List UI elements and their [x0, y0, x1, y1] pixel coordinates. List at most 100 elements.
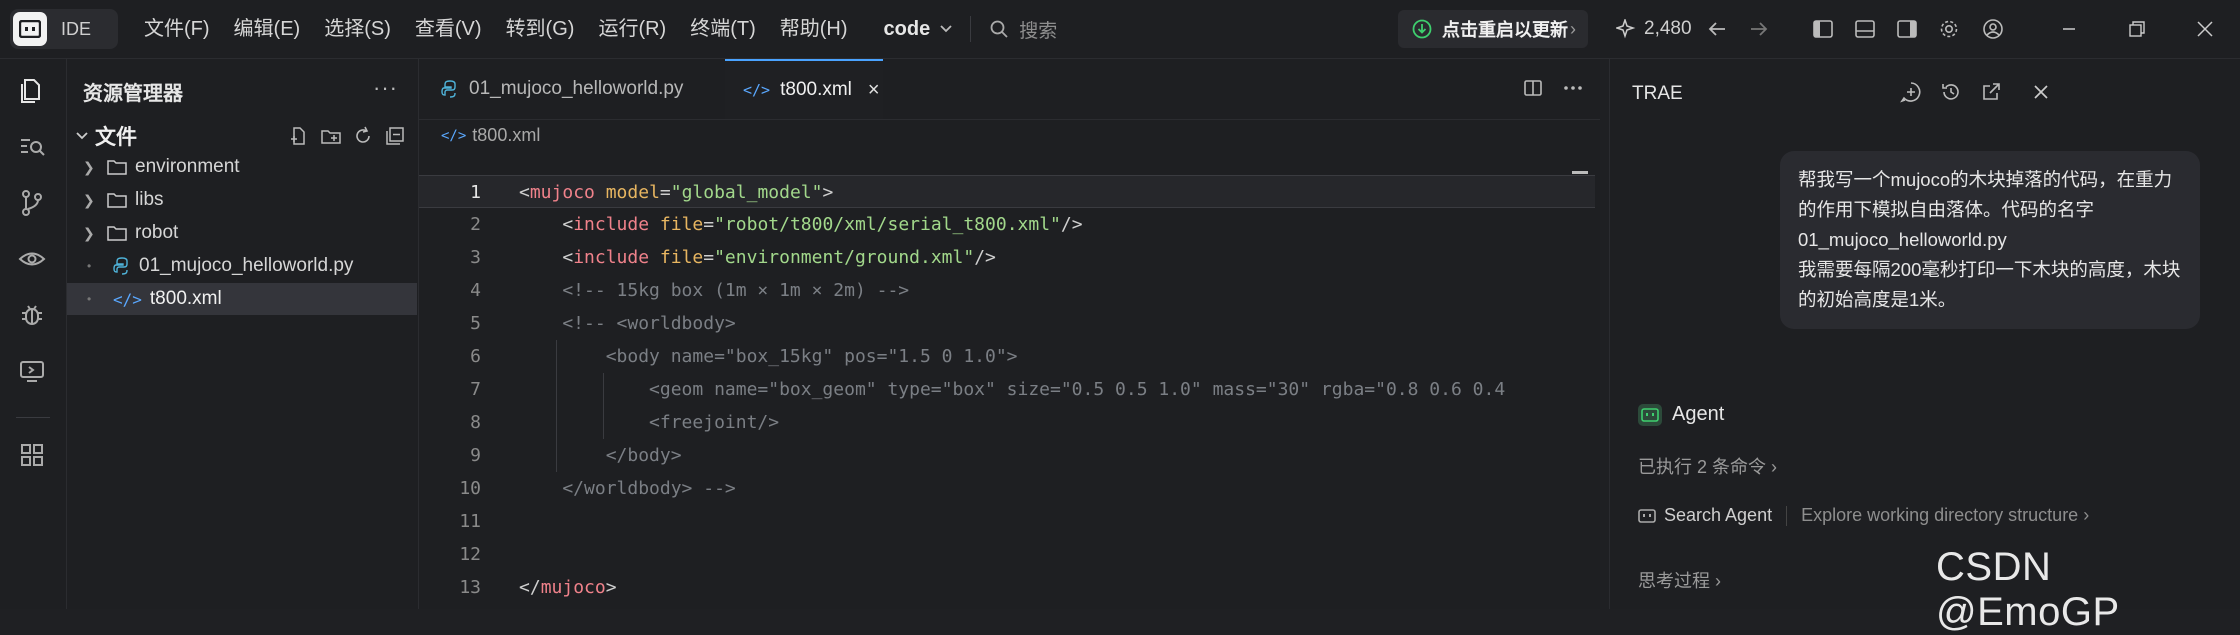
history-icon[interactable]	[1940, 81, 1962, 103]
open-external-icon[interactable]	[1980, 81, 2002, 103]
code-line[interactable]: 5 <!-- <worldbody>	[419, 307, 1600, 340]
menu-file[interactable]: 文件(F)	[132, 0, 222, 58]
extensions-icon[interactable]	[16, 439, 48, 471]
eye-preview-icon[interactable]	[16, 243, 48, 275]
remote-explorer-icon[interactable]	[16, 355, 48, 387]
code-line[interactable]: 7 <geom name="box_geom" type="box" size=…	[419, 373, 1600, 406]
chevron-right-icon: ❯	[83, 191, 95, 208]
tab-xml-file[interactable]: </> t800.xml ×	[725, 59, 883, 119]
menu-view[interactable]: 查看(V)	[403, 0, 494, 58]
debug-bug-icon[interactable]	[16, 299, 48, 331]
root-folder-label: 文件	[95, 126, 137, 149]
line-number: 13	[459, 577, 481, 598]
code-text: </mujoco>	[519, 571, 1599, 604]
menu-edit[interactable]: 编辑(E)	[222, 0, 313, 58]
new-file-icon[interactable]	[288, 125, 310, 147]
menu-terminal[interactable]: 终端(T)	[678, 0, 768, 58]
project-name: code	[883, 17, 931, 40]
minimize-icon[interactable]	[2058, 18, 2080, 40]
code-token: <geom name="box_geom" type="box" size="0…	[519, 379, 1506, 400]
bullet-dot: •	[87, 259, 92, 273]
root-folder-header[interactable]: 文件	[75, 121, 137, 151]
toggle-panel-icon[interactable]	[1854, 18, 1876, 40]
code-line[interactable]: 4 <!-- 15kg box (1m × 1m × 2m) -->	[419, 274, 1600, 307]
code-line[interactable]: 1 <mujoco model="global_model">	[419, 175, 1595, 208]
tree-item-label: 01_mujoco_helloworld.py	[139, 255, 354, 276]
search-code-icon[interactable]	[16, 131, 48, 163]
more-icon[interactable]	[1562, 77, 1584, 99]
line-number: 10	[459, 478, 481, 499]
thinking-toggle[interactable]: 思考过程 ›	[1638, 567, 1721, 593]
breadcrumb[interactable]: </> t800.xml	[441, 125, 540, 146]
code-token: include	[573, 214, 650, 235]
ide-label: IDE	[61, 18, 92, 39]
scrollbar-marker[interactable]	[1572, 171, 1588, 174]
project-selector[interactable]: code	[884, 18, 953, 41]
executed-label: 已执行 2 条命令	[1638, 457, 1767, 477]
menu-run[interactable]: 运行(R)	[586, 0, 678, 58]
arrow-left-icon[interactable]	[1706, 18, 1728, 40]
code-line[interactable]: 12	[419, 538, 1600, 571]
code-line[interactable]: 11	[419, 505, 1600, 538]
thinking-label: 思考过程	[1638, 571, 1710, 591]
close-panel-icon[interactable]	[2030, 81, 2052, 103]
tab-python-file[interactable]: 01_mujoco_helloworld.py	[419, 59, 724, 119]
watermark: CSDN @EmoGP	[1936, 545, 2120, 634]
menu-selection[interactable]: 选择(S)	[312, 0, 403, 58]
restart-update-button[interactable]: 点击重启以更新 ›	[1398, 10, 1588, 48]
explorer-files-icon[interactable]	[16, 75, 48, 107]
title-bar: IDE 文件(F) 编辑(E) 选择(S) 查看(V) 转到(G) 运行(R) …	[0, 0, 2240, 59]
close-window-icon[interactable]	[2194, 18, 2216, 40]
more-actions-icon[interactable]: ···	[373, 75, 398, 101]
tree-item-label: t800.xml	[149, 288, 222, 309]
credits-counter[interactable]: 2,480	[1616, 0, 1692, 58]
tab-label: 01_mujoco_helloworld.py	[469, 78, 684, 99]
source-control-icon[interactable]	[16, 187, 48, 219]
agent-label: Agent	[1672, 403, 1725, 425]
code-token: <	[519, 214, 574, 235]
account-icon[interactable]	[1982, 18, 2004, 40]
refresh-icon[interactable]	[352, 125, 374, 147]
app-logo[interactable]: IDE	[10, 9, 118, 49]
code-token: file	[659, 214, 704, 235]
code-line[interactable]: 3 <include file="environment/ground.xml"…	[419, 241, 1600, 274]
tree-folder-libs[interactable]: ❯ libs	[67, 184, 417, 216]
activity-bar	[0, 59, 67, 609]
close-tab-icon[interactable]: ×	[868, 79, 880, 102]
gear-icon[interactable]	[1938, 18, 1960, 40]
code-line[interactable]: 2 <include file="robot/t800/xml/serial_t…	[419, 208, 1600, 241]
code-token: mujoco	[529, 182, 595, 203]
new-folder-icon[interactable]	[320, 125, 342, 147]
code-line[interactable]: 10 </worldbody> -->	[419, 472, 1600, 505]
code-text: <!-- 15kg box (1m × 1m × 2m) -->	[519, 274, 1599, 307]
xml-file-icon: </>	[113, 289, 142, 309]
toggle-sidebar-icon[interactable]	[1812, 18, 1834, 40]
code-line[interactable]: 6 <body name="box_15kg" pos="1.5 0 1.0">	[419, 340, 1600, 373]
chevron-right-icon: ›	[2078, 505, 2090, 525]
menu-go[interactable]: 转到(G)	[494, 0, 587, 58]
code-line[interactable]: 8 <freejoint/>	[419, 406, 1600, 439]
executed-commands-toggle[interactable]: 已执行 2 条命令 ›	[1638, 453, 1777, 479]
arrow-right-icon[interactable]	[1748, 18, 1770, 40]
menu-bar: 文件(F) 编辑(E) 选择(S) 查看(V) 转到(G) 运行(R) 终端(T…	[132, 0, 860, 58]
tree-file-python[interactable]: • 01_mujoco_helloworld.py	[67, 250, 417, 282]
restore-icon[interactable]	[2126, 18, 2148, 40]
folder-icon	[107, 224, 127, 242]
line-number: 12	[459, 544, 481, 565]
menu-help[interactable]: 帮助(H)	[768, 0, 860, 58]
line-number: 6	[470, 346, 481, 367]
tree-file-xml[interactable]: • </> t800.xml	[67, 283, 417, 315]
tree-folder-environment[interactable]: ❯ environment	[67, 151, 417, 183]
split-editor-icon[interactable]	[1522, 77, 1544, 99]
code-line[interactable]: 9 </body>	[419, 439, 1600, 472]
code-line[interactable]: 13 </mujoco>	[419, 571, 1600, 604]
code-token: <	[519, 182, 530, 203]
new-chat-icon[interactable]	[1900, 81, 1922, 103]
code-token: model	[605, 182, 660, 203]
collapse-all-icon[interactable]	[384, 125, 406, 147]
search-box[interactable]: 搜索	[989, 16, 1057, 43]
chevron-right-icon: ›	[1570, 18, 1576, 39]
tree-folder-robot[interactable]: ❯ robot	[67, 217, 417, 249]
search-agent-step[interactable]: Search Agent Explore working directory s…	[1638, 505, 2089, 526]
toggle-secondary-sidebar-icon[interactable]	[1896, 18, 1918, 40]
